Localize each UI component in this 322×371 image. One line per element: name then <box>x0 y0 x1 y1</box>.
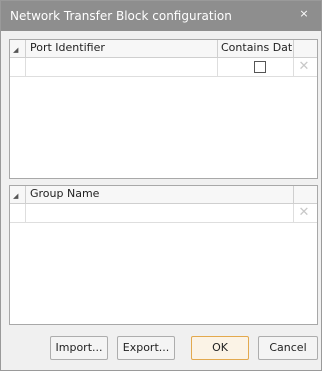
column-header-port-identifier[interactable]: Port Identifier <box>26 40 218 57</box>
title-bar[interactable]: Network Transfer Block configuration × <box>1 1 321 31</box>
contains-data-checkbox[interactable] <box>254 61 266 73</box>
group-table-header: ◢ Group Name <box>10 186 317 204</box>
column-header-contains-data[interactable]: Contains Data <box>218 40 294 57</box>
close-icon[interactable]: × <box>297 7 311 21</box>
collapse-toggle[interactable]: ◢ <box>10 40 26 57</box>
import-button[interactable]: Import... <box>50 336 108 360</box>
collapse-triangle-icon: ◢ <box>13 46 19 54</box>
port-identifier-cell[interactable] <box>26 58 218 76</box>
row-header <box>10 58 26 76</box>
row-header <box>10 204 26 222</box>
cancel-button[interactable]: Cancel <box>258 336 318 360</box>
ok-button[interactable]: OK <box>191 336 249 360</box>
collapse-toggle[interactable]: ◢ <box>10 186 26 203</box>
delete-row-icon[interactable]: ✕ <box>294 58 314 76</box>
dialog-title: Network Transfer Block configuration <box>10 9 232 23</box>
group-name-cell[interactable] <box>26 204 294 222</box>
group-table: ◢ Group Name ✕ <box>9 185 318 325</box>
collapse-triangle-icon: ◢ <box>13 192 19 200</box>
port-table-header: ◢ Port Identifier Contains Data <box>10 40 317 58</box>
dialog-window: Network Transfer Block configuration × ◢… <box>0 0 322 371</box>
port-table: ◢ Port Identifier Contains Data ✕ <box>9 39 318 179</box>
table-row[interactable]: ✕ <box>10 58 317 77</box>
delete-row-icon[interactable]: ✕ <box>294 204 314 222</box>
table-row[interactable]: ✕ <box>10 204 317 223</box>
contains-data-cell <box>218 58 294 76</box>
column-header-group-name[interactable]: Group Name <box>26 186 294 203</box>
export-button[interactable]: Export... <box>117 336 175 360</box>
